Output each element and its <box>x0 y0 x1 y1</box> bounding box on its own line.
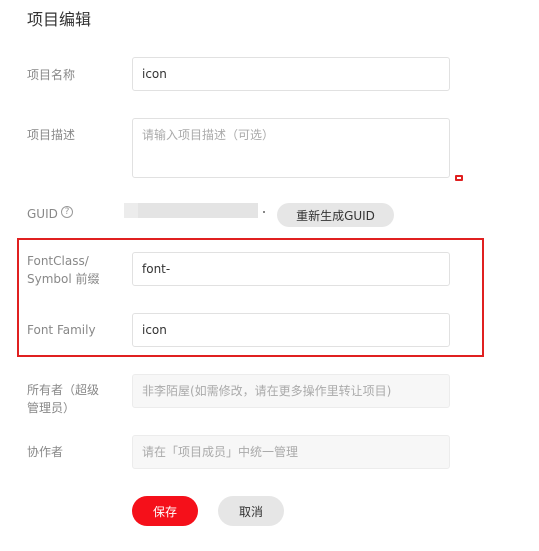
cancel-button[interactable]: 取消 <box>218 496 284 526</box>
collaborators-label: 协作者 <box>27 445 64 459</box>
resize-handle-icon[interactable] <box>455 175 463 181</box>
project-name-input[interactable] <box>132 57 450 91</box>
question-circle-icon[interactable]: ? <box>61 206 73 218</box>
owner-label-line2: 管理员） <box>27 401 76 415</box>
font-class-label-line1: FontClass/ <box>27 254 89 268</box>
collaborators-input <box>132 435 450 469</box>
save-button[interactable]: 保存 <box>132 496 198 526</box>
owner-label-line1: 所有者（超级 <box>27 383 100 397</box>
owner-label: 所有者（超级 管理员） <box>27 381 99 417</box>
font-class-label: FontClass/ Symbol 前缀 <box>27 252 100 288</box>
guid-value-redacted <box>124 203 138 218</box>
font-class-label-line2: Symbol 前缀 <box>27 272 100 286</box>
project-name-label: 项目名称 <box>27 68 76 82</box>
page-title: 项目编辑 <box>27 10 92 29</box>
owner-input <box>132 374 450 408</box>
regenerate-guid-button[interactable]: 重新生成GUID <box>277 203 394 227</box>
font-family-input[interactable] <box>132 313 450 347</box>
font-class-input[interactable] <box>132 252 450 286</box>
project-description-label: 项目描述 <box>27 128 76 142</box>
font-family-label: Font Family <box>27 323 96 337</box>
project-description-textarea[interactable] <box>132 118 450 178</box>
guid-value-redacted <box>138 203 258 218</box>
guid-value-dot <box>263 211 265 213</box>
guid-label: GUID <box>27 207 58 221</box>
